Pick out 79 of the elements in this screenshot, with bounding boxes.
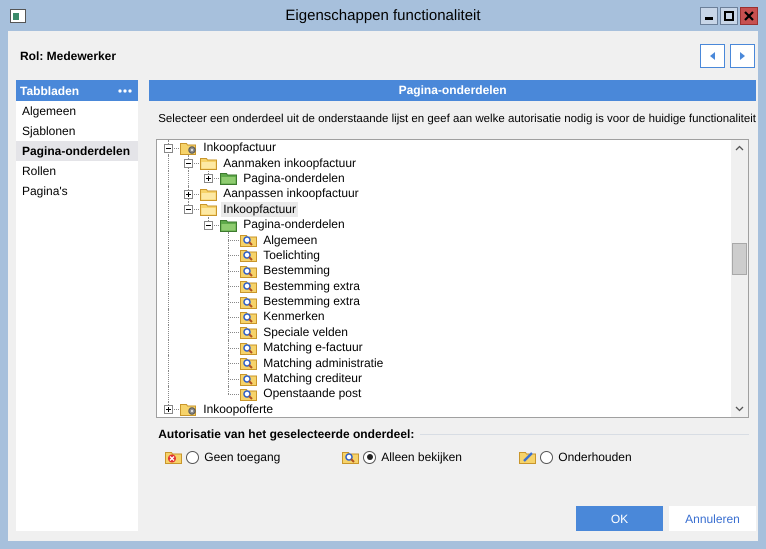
ok-button[interactable]: OK <box>576 506 663 531</box>
sidebar-item[interactable]: Pagina-onderdelen <box>16 141 138 161</box>
tree-item[interactable]: Pagina-onderdelen <box>241 170 347 186</box>
folder-icon <box>200 156 218 170</box>
page-folder-icon <box>220 218 238 232</box>
magnifier-folder-icon <box>240 325 258 340</box>
minimize-button[interactable] <box>700 6 718 24</box>
tree-item[interactable]: Matching e-factuur <box>261 340 365 356</box>
maximize-button[interactable] <box>720 6 738 24</box>
tree-item[interactable]: Aanpassen inkoopfactuur <box>221 186 361 202</box>
expander-toggle[interactable] <box>184 159 194 168</box>
option-label: Alleen bekijken <box>381 450 462 464</box>
magnifier-folder-icon <box>240 264 258 278</box>
tree-item[interactable]: Matching crediteur <box>261 371 364 386</box>
magnifier-folder-icon <box>240 279 258 294</box>
minimize-icon <box>705 16 713 20</box>
close-icon <box>744 10 754 20</box>
expander-toggle[interactable] <box>164 144 174 153</box>
instruction-text: Selecteer een onderdeel uit de onderstaande lijst en geef aan welke autorisatie nodig is voor de huidige functionaliteit <box>158 113 756 127</box>
tree-item[interactable]: Matching administratie <box>261 356 386 371</box>
sidebar-title: Tabbladen <box>20 84 80 98</box>
close-button[interactable] <box>740 6 758 24</box>
magnifier-folder-icon <box>240 294 258 309</box>
magnifier-folder-icon <box>240 248 258 262</box>
expander-toggle[interactable] <box>164 405 174 414</box>
tree-item[interactable]: Bestemming extra <box>261 278 362 294</box>
radio-button[interactable] <box>186 450 200 464</box>
magnifier-folder-icon <box>240 356 258 370</box>
tree-item[interactable]: Toelichting <box>261 248 322 263</box>
folder-icon <box>200 202 218 216</box>
cancel-button[interactable]: Annuleren <box>669 506 756 531</box>
scrollbar[interactable] <box>731 140 748 417</box>
tree-item[interactable]: Openstaande post <box>261 386 364 402</box>
tree-item[interactable]: Pagina-onderdelen <box>241 217 347 232</box>
expander-toggle[interactable] <box>184 190 194 199</box>
option-label: Geen toegang <box>204 450 280 464</box>
magnifier-folder-icon <box>240 372 258 386</box>
tree-item[interactable]: Speciale velden <box>261 324 350 340</box>
magnifier-folder-icon <box>240 310 258 324</box>
magnifier-folder-icon <box>342 450 360 464</box>
sidebar-item[interactable]: Algemeen <box>16 101 138 121</box>
radio-button[interactable] <box>540 450 554 464</box>
role-label: Rol: Medewerker <box>20 48 116 62</box>
sidebar-item[interactable]: Pagina's <box>16 181 138 201</box>
previous-button[interactable] <box>700 44 725 68</box>
sidebar-item[interactable]: Sjablonen <box>16 121 138 141</box>
sidebar-item[interactable]: Rollen <box>16 161 138 181</box>
tree-item[interactable]: Bestemming extra <box>261 294 362 310</box>
pencil-folder-icon <box>519 450 538 464</box>
maximize-icon <box>724 10 734 20</box>
expander-toggle[interactable] <box>184 205 194 214</box>
tree-item[interactable]: Algemeen <box>261 232 320 248</box>
tree-item[interactable]: Bestemming <box>261 263 332 278</box>
more-icon[interactable] <box>118 88 132 92</box>
tree-item[interactable]: Aanmaken inkoopfactuur <box>221 156 358 171</box>
folder-icon <box>200 186 218 201</box>
magnifier-folder-icon <box>240 386 258 401</box>
scroll-down-icon[interactable] <box>735 406 744 412</box>
tree-item[interactable]: Inkoopfactuur <box>201 140 278 156</box>
next-button[interactable] <box>730 44 755 68</box>
tree-item[interactable]: Inkoopfactuur <box>221 202 298 217</box>
radio-button[interactable] <box>363 450 376 464</box>
window-title: Eigenschappen functionaliteit <box>285 7 481 24</box>
no-access-folder-icon <box>165 450 184 464</box>
tree-item[interactable]: Inkoopofferte <box>201 402 276 417</box>
expander-toggle[interactable] <box>204 174 214 184</box>
panel-header: Pagina-onderdelen <box>149 80 756 101</box>
window-icon <box>10 8 26 22</box>
magnifier-folder-icon <box>240 340 258 355</box>
left-arrow-icon <box>710 52 715 60</box>
group-title: Autorisatie van het geselecteerde onderdeel: <box>158 427 414 441</box>
scroll-thumb[interactable] <box>732 243 747 275</box>
page-folder-icon <box>220 171 238 186</box>
option-label: Onderhouden <box>558 450 632 464</box>
expander-toggle[interactable] <box>204 220 214 230</box>
tree-item[interactable]: Kenmerken <box>261 309 327 324</box>
magnifier-folder-icon <box>240 233 258 248</box>
right-arrow-icon <box>740 52 745 60</box>
scroll-up-icon[interactable] <box>735 145 744 151</box>
